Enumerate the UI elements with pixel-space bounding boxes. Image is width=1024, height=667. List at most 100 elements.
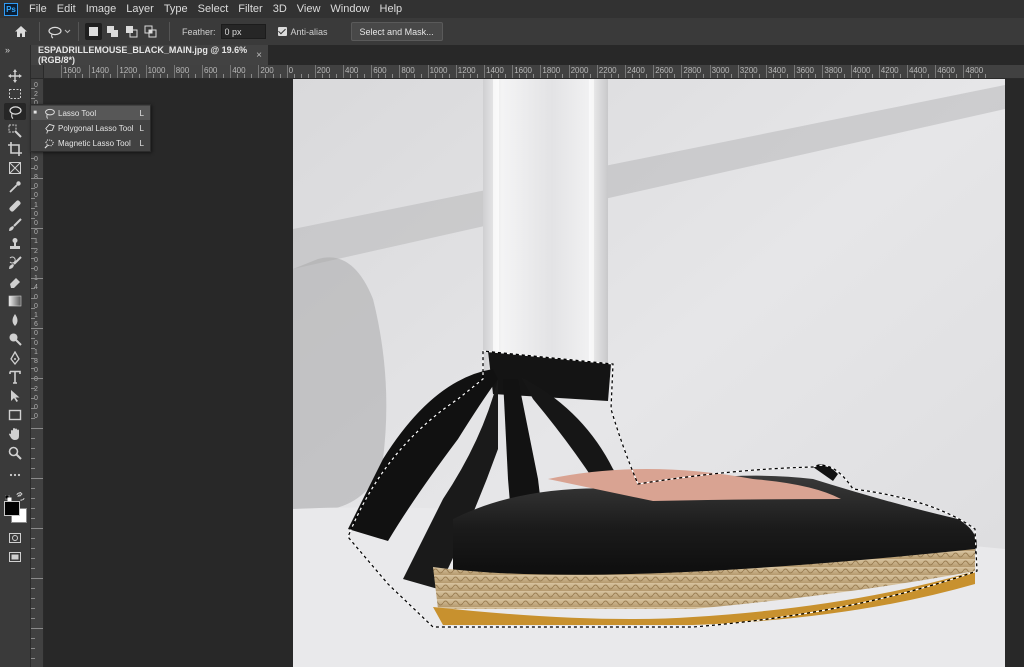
document-image[interactable] <box>293 79 1005 667</box>
ruler-minor-tick <box>589 74 591 78</box>
ruler-minor-tick <box>603 74 605 78</box>
default-colors-icon[interactable] <box>4 489 12 502</box>
path-selection-tool-icon[interactable] <box>4 387 26 404</box>
close-tab-icon[interactable]: × <box>256 50 262 61</box>
select-and-mask-button[interactable]: Select and Mask... <box>350 22 443 41</box>
ruler-major-tick <box>822 65 824 78</box>
photoshop-logo[interactable]: Ps <box>4 2 18 16</box>
frame-tool-icon[interactable] <box>4 159 26 176</box>
ruler-major-tick <box>850 65 852 78</box>
ruler-minor-tick <box>857 74 859 78</box>
active-tool-indicator-icon: ■ <box>33 110 37 116</box>
ruler-minor-tick <box>31 178 43 179</box>
feather-input[interactable] <box>220 24 266 39</box>
history-brush-tool-icon[interactable] <box>4 254 26 271</box>
healing-brush-tool-icon[interactable] <box>4 197 26 214</box>
menu-help[interactable]: Help <box>375 0 408 18</box>
ruler-minor-tick <box>321 74 323 78</box>
pen-tool-icon[interactable] <box>4 349 26 366</box>
menu-filter[interactable]: Filter <box>233 0 267 18</box>
ruler-minor-tick <box>942 74 944 78</box>
swap-colors-icon[interactable] <box>16 488 25 501</box>
menu-file[interactable]: File <box>24 0 52 18</box>
ruler-minor-tick <box>357 74 359 78</box>
ruler-major-tick <box>737 65 739 78</box>
ruler-minor-tick <box>31 568 35 569</box>
ruler-tick-label: 1 <box>34 348 38 356</box>
ruler-minor-tick <box>378 74 380 78</box>
ruler-minor-tick <box>152 74 154 78</box>
ruler-minor-tick <box>31 438 35 439</box>
eyedropper-tool-icon[interactable] <box>4 178 26 195</box>
ruler-minor-tick <box>928 74 930 78</box>
ruler-tick-label: 4000 <box>852 66 871 75</box>
ruler-minor-tick <box>124 74 126 78</box>
flyout-item-magnetic-lasso[interactable]: Magnetic Lasso Tool L <box>31 136 150 150</box>
ruler-minor-tick <box>526 74 528 78</box>
hand-tool-icon[interactable] <box>4 425 26 442</box>
ruler-minor-tick <box>949 74 951 78</box>
ruler-minor-tick <box>31 338 35 339</box>
ruler-minor-tick <box>131 74 133 78</box>
ruler-major-tick <box>709 65 711 78</box>
flyout-shortcut-magnetic-lasso: L <box>139 138 144 148</box>
lasso-preset-icon[interactable] <box>46 25 72 39</box>
ruler-minor-tick <box>984 74 986 78</box>
move-tool-icon[interactable] <box>4 67 26 84</box>
subtract-from-selection-icon[interactable] <box>123 23 140 40</box>
quick-mask-icon[interactable] <box>4 529 26 546</box>
ruler-minor-tick <box>31 518 35 519</box>
ruler-minor-tick <box>632 74 634 78</box>
type-tool-icon[interactable] <box>4 368 26 385</box>
ruler-minor-tick <box>31 188 35 189</box>
ruler-minor-tick <box>138 74 140 78</box>
menu-3d[interactable]: 3D <box>268 0 292 18</box>
document-tab[interactable]: ESPADRILLEMOUSE_BLACK_MAIN.jpg @ 19.6% (… <box>31 45 268 65</box>
menu-layer[interactable]: Layer <box>121 0 159 18</box>
flyout-item-lasso[interactable]: ■ Lasso Tool L <box>31 106 150 120</box>
eraser-tool-icon[interactable] <box>4 273 26 290</box>
menu-view[interactable]: View <box>292 0 326 18</box>
ruler-origin[interactable] <box>31 65 44 79</box>
screen-mode-icon[interactable] <box>4 548 26 565</box>
foreground-color-swatch[interactable] <box>4 501 20 516</box>
brush-tool-icon[interactable] <box>4 216 26 233</box>
zoom-tool-icon[interactable] <box>4 444 26 461</box>
add-to-selection-icon[interactable] <box>104 23 121 40</box>
new-selection-icon[interactable] <box>85 23 102 40</box>
ruler-minor-tick <box>617 74 619 78</box>
ruler-minor-tick <box>575 74 577 78</box>
ruler-minor-tick <box>815 74 817 78</box>
ruler-minor-tick <box>547 74 549 78</box>
rectangle-tool-icon[interactable] <box>4 406 26 423</box>
anti-alias-checkbox[interactable] <box>277 27 287 36</box>
clone-stamp-tool-icon[interactable] <box>4 235 26 252</box>
more-tools-icon[interactable] <box>4 466 26 483</box>
gradient-tool-icon[interactable] <box>4 292 26 309</box>
ruler-major-tick <box>343 65 344 78</box>
intersect-selection-icon[interactable] <box>142 23 159 40</box>
ruler-minor-tick <box>476 74 478 78</box>
quick-selection-tool-icon[interactable] <box>4 122 26 139</box>
ruler-minor-tick <box>187 74 189 78</box>
document-tab-title: ESPADRILLEMOUSE_BLACK_MAIN.jpg @ 19.6% (… <box>38 45 248 65</box>
blur-tool-icon[interactable] <box>4 311 26 328</box>
ruler-tick-label: 4800 <box>965 66 984 75</box>
menu-image[interactable]: Image <box>81 0 122 18</box>
horizontal-ruler[interactable]: 1600 1400 1200 1000 800 600 400 200 0 200 400 600 80… <box>31 65 1024 79</box>
vertical-ruler[interactable]: 0200400600800100012001400160018002000 <box>31 78 44 667</box>
lasso-tool-icon[interactable] <box>4 103 26 120</box>
panel-collapse-icon[interactable]: » <box>5 45 10 55</box>
ruler-minor-tick <box>31 218 35 219</box>
ruler-minor-tick <box>82 74 84 78</box>
marquee-tool-icon[interactable] <box>4 85 26 102</box>
crop-tool-icon[interactable] <box>4 140 26 157</box>
menu-select[interactable]: Select <box>193 0 234 18</box>
dodge-tool-icon[interactable] <box>4 330 26 347</box>
flyout-item-polygonal-lasso[interactable]: Polygonal Lasso Tool L <box>31 121 150 135</box>
menu-window[interactable]: Window <box>325 0 374 18</box>
menu-type[interactable]: Type <box>159 0 193 18</box>
home-icon[interactable] <box>13 25 29 38</box>
menu-edit[interactable]: Edit <box>52 0 81 18</box>
ruler-tick-label: 8 <box>34 358 38 365</box>
